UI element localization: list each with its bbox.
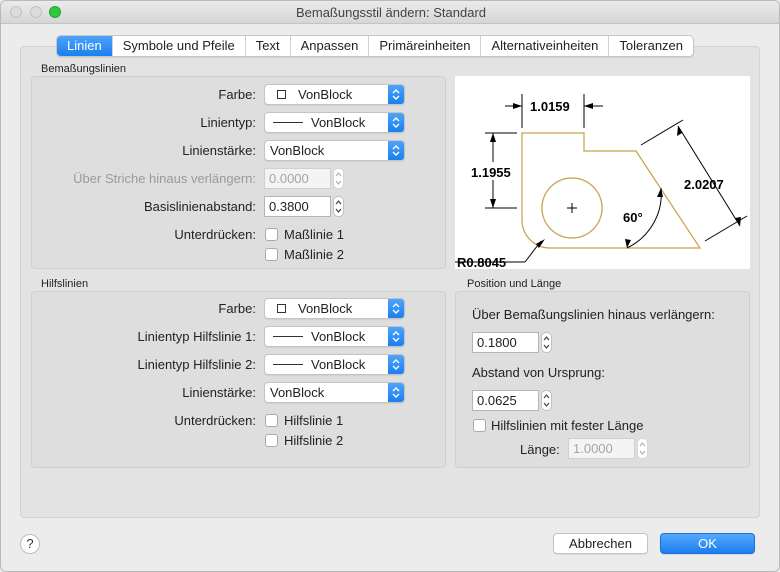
cancel-button[interactable]: Abbrechen <box>553 533 648 554</box>
ext-lineweight-select[interactable]: VonBlock <box>264 382 405 403</box>
preview-angle: 60° <box>623 210 643 225</box>
length-field[interactable]: 1.0000 <box>568 438 635 459</box>
popup-arrows-icon <box>388 85 404 104</box>
line-sample-icon <box>273 122 303 123</box>
popup-arrows-icon <box>388 113 404 132</box>
pos-extend-stepper[interactable] <box>541 332 552 353</box>
ext-lineweight-value: VonBlock <box>270 385 325 400</box>
length-label: Länge: <box>520 442 560 457</box>
title-bar: Bemaßungsstil ändern: Standard <box>1 1 779 24</box>
dim-lineweight-label: Linienstärke: <box>182 143 256 158</box>
suppress-dimline1-checkbox[interactable] <box>265 228 278 241</box>
suppress-extline2-checkbox[interactable] <box>265 434 278 447</box>
preview-dim-left: 1.1955 <box>471 165 511 180</box>
ext-suppress-label: Unterdrücken: <box>174 413 256 428</box>
pos-offset-field[interactable]: 0.0625 <box>472 390 539 411</box>
fixed-length-label: Hilfslinien mit fester Länge <box>491 418 644 433</box>
ext-lines-section-label: Hilfslinien <box>41 278 89 290</box>
tab-symbole-und-pfeile[interactable]: Symbole und Pfeile <box>113 36 246 56</box>
pos-offset-label: Abstand von Ursprung: <box>472 365 605 380</box>
length-stepper[interactable] <box>637 438 648 459</box>
dim-extend-label: Über Striche hinaus verlängern: <box>73 171 256 186</box>
dim-suppress-label: Unterdrücken: <box>174 227 256 242</box>
line-sample-icon <box>273 336 303 337</box>
dimension-preview: 1.0159 1.1955 2.0207 60° R0.8045 <box>455 76 750 270</box>
suppress-extline1-checkbox[interactable] <box>265 414 278 427</box>
dim-extend-field[interactable]: 0.0000 <box>264 168 331 189</box>
popup-arrows-icon <box>388 327 404 346</box>
ext-linetype1-value: VonBlock <box>311 329 366 344</box>
suppress-dimline1-label: Maßlinie 1 <box>284 227 344 242</box>
dim-linetype-label: Linientyp: <box>200 115 256 130</box>
dim-lineweight-select[interactable]: VonBlock <box>264 140 405 161</box>
ext-color-value: VonBlock <box>298 301 353 316</box>
preview-radius: R0.8045 <box>457 255 506 269</box>
ext-linetype2-value: VonBlock <box>311 357 366 372</box>
dim-extend-stepper[interactable] <box>333 168 344 189</box>
suppress-dimline2-label: Maßlinie 2 <box>284 247 344 262</box>
dim-color-value: VonBlock <box>298 87 353 102</box>
dim-color-select[interactable]: VonBlock <box>264 84 405 105</box>
preview-drawing: 1.0159 1.1955 2.0207 60° R0.8045 <box>455 94 748 270</box>
ext-linetype1-select[interactable]: VonBlock <box>264 326 405 347</box>
tab-bar: Linien Symbole und Pfeile Text Anpassen … <box>56 35 695 57</box>
window-title: Bemaßungsstil ändern: Standard <box>295 5 487 20</box>
ext-linetype2-label: Linientyp Hilfslinie 2: <box>137 357 256 372</box>
suppress-extline1-label: Hilfslinie 1 <box>284 413 344 428</box>
popup-arrows-icon <box>388 383 404 402</box>
ext-color-label: Farbe: <box>218 301 256 316</box>
dim-linetype-select[interactable]: VonBlock <box>264 112 405 133</box>
dim-baseline-stepper[interactable] <box>333 196 344 217</box>
fixed-length-checkbox[interactable] <box>473 419 486 432</box>
tab-linien[interactable]: Linien <box>57 36 113 56</box>
position-section-label: Position und Länge <box>467 278 562 290</box>
dim-lineweight-value: VonBlock <box>270 143 325 158</box>
ext-linetype1-label: Linientyp Hilfslinie 1: <box>137 329 256 344</box>
pos-extend-field[interactable]: 0.1800 <box>472 332 539 353</box>
help-button[interactable]: ? <box>20 534 40 554</box>
preview-dim-right: 2.0207 <box>684 177 724 192</box>
ok-button[interactable]: OK <box>660 533 755 554</box>
dim-baseline-label: Basislinienabstand: <box>143 199 256 214</box>
dim-color-label: Farbe: <box>218 87 256 102</box>
ext-linetype2-select[interactable]: VonBlock <box>264 354 405 375</box>
pos-offset-stepper[interactable] <box>541 390 552 411</box>
dim-linetype-value: VonBlock <box>311 115 366 130</box>
ext-lineweight-label: Linienstärke: <box>182 385 256 400</box>
suppress-extline2-label: Hilfslinie 2 <box>284 433 344 448</box>
tab-alternativeinheiten[interactable]: Alternativeinheiten <box>481 36 610 56</box>
ext-color-select[interactable]: VonBlock <box>264 298 405 319</box>
suppress-dimline2-checkbox[interactable] <box>265 248 278 261</box>
tab-primaereinheiten[interactable]: Primäreinheiten <box>369 36 482 56</box>
popup-arrows-icon <box>388 299 404 318</box>
preview-dim-top: 1.0159 <box>530 99 570 114</box>
pos-extend-label: Über Bemaßungslinien hinaus verlängern: <box>472 307 715 322</box>
tab-text[interactable]: Text <box>246 36 291 56</box>
dim-lines-section-label: Bemaßungslinien <box>41 63 126 75</box>
color-swatch-icon <box>277 304 286 313</box>
color-swatch-icon <box>277 90 286 99</box>
popup-arrows-icon <box>388 141 404 160</box>
popup-arrows-icon <box>388 355 404 374</box>
tab-anpassen[interactable]: Anpassen <box>291 36 370 56</box>
dialog-window: Bemaßungsstil ändern: Standard Linien Sy… <box>0 0 780 572</box>
tab-toleranzen[interactable]: Toleranzen <box>609 36 693 56</box>
line-sample-icon <box>273 364 303 365</box>
dim-baseline-field[interactable]: 0.3800 <box>264 196 331 217</box>
